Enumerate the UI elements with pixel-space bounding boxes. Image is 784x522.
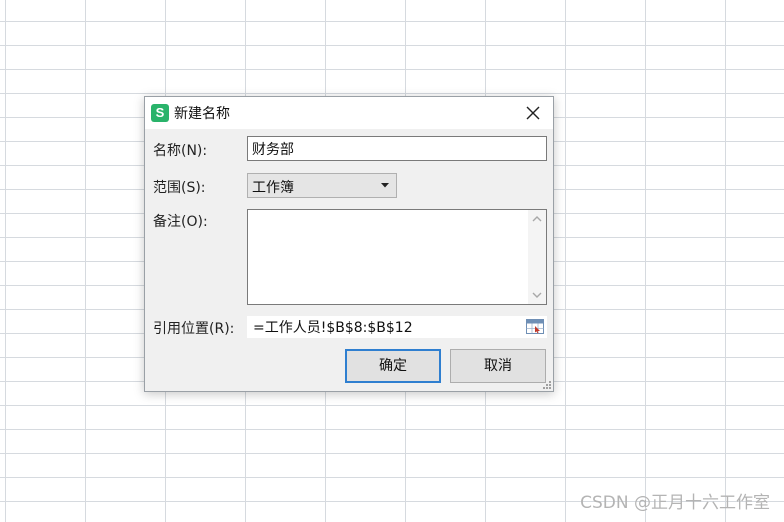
scroll-down-button[interactable]	[528, 286, 546, 304]
dialog-title: 新建名称	[174, 106, 230, 122]
ref-label: 引用位置(R):	[153, 321, 235, 337]
cancel-button[interactable]: 取消	[450, 349, 546, 383]
close-icon	[526, 106, 540, 120]
range-select-button[interactable]	[526, 319, 544, 334]
scope-select[interactable]: 工作簿	[247, 173, 397, 198]
ref-field	[247, 316, 547, 338]
chevron-up-icon	[532, 216, 542, 222]
ref-input[interactable]	[247, 316, 521, 338]
comment-box	[247, 209, 547, 305]
name-input[interactable]	[247, 136, 547, 161]
comment-label: 备注(O):	[153, 214, 208, 230]
comment-textarea[interactable]	[248, 210, 526, 304]
app-logo-icon: S	[151, 104, 169, 122]
resize-grip-icon[interactable]	[541, 379, 552, 390]
range-select-icon	[526, 319, 544, 334]
dialog-titlebar: S 新建名称	[145, 97, 553, 129]
comment-scrollbar[interactable]	[528, 210, 546, 304]
chevron-down-icon	[532, 292, 542, 298]
scroll-up-button[interactable]	[528, 210, 546, 228]
scope-selected-value: 工作簿	[252, 180, 294, 196]
chevron-down-icon	[381, 183, 389, 188]
new-name-dialog: S 新建名称 名称(N): 范围(S): 工作簿 备注(O):	[144, 96, 554, 392]
scope-label: 范围(S):	[153, 180, 206, 196]
watermark-text: CSDN @正月十六工作室	[580, 493, 770, 513]
name-label: 名称(N):	[153, 143, 208, 159]
close-button[interactable]	[521, 101, 545, 125]
ok-button[interactable]: 确定	[345, 349, 441, 383]
